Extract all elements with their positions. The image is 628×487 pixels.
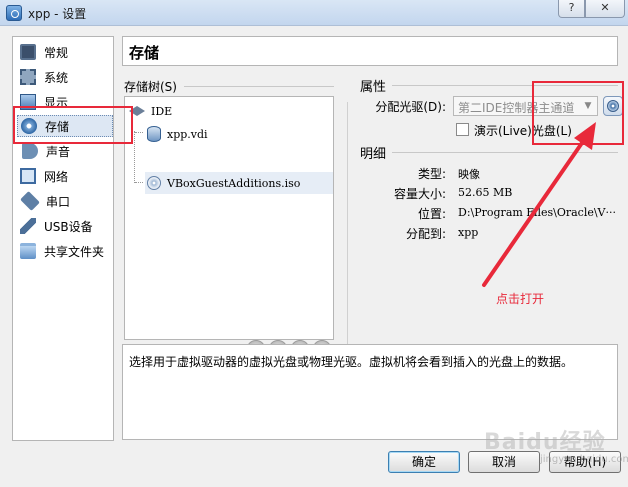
detail-value-location: D:\Program Files\Oracle\V··· bbox=[458, 206, 616, 219]
storage-tree[interactable]: IDE xpp.vdi VBoxGuestAdditions.iso bbox=[124, 96, 334, 340]
detail-value-size: 52.65 MB bbox=[458, 186, 513, 199]
window-title: xpp - 设置 bbox=[28, 7, 87, 21]
network-icon bbox=[20, 168, 36, 184]
details-title: 明细 bbox=[360, 147, 387, 162]
audio-icon bbox=[22, 143, 38, 159]
attributes-title: 属性 bbox=[360, 80, 387, 95]
usb-icon bbox=[20, 218, 36, 234]
cd-icon bbox=[147, 176, 161, 190]
serial-port-icon bbox=[20, 191, 40, 211]
settings-sidebar: 常规 系统 显示 存储 声音 网络 串口 USB设备 共享文件夹 bbox=[12, 36, 114, 441]
storage-tree-label: 存储树(S) bbox=[124, 80, 177, 94]
page-title: 存储 bbox=[129, 44, 160, 62]
sidebar-item-system[interactable]: 系统 bbox=[17, 66, 113, 88]
sidebar-item-serial[interactable]: 串口 bbox=[17, 190, 113, 212]
tree-connector bbox=[135, 182, 143, 183]
sidebar-item-general[interactable]: 常规 bbox=[17, 41, 113, 63]
group-divider bbox=[392, 152, 618, 153]
sidebar-item-label: 常规 bbox=[44, 45, 69, 60]
detail-value-type: 映像 bbox=[458, 168, 480, 181]
sidebar-item-label: 网络 bbox=[44, 169, 69, 184]
tree-item-ide-controller[interactable]: IDE bbox=[129, 100, 172, 122]
detail-label-attached: 分配到: bbox=[405, 227, 446, 241]
detail-label-location: 位置: bbox=[417, 207, 446, 221]
sidebar-item-network[interactable]: 网络 bbox=[17, 165, 113, 187]
live-cd-checkbox[interactable] bbox=[456, 123, 469, 136]
detail-value-attached: xpp bbox=[458, 226, 479, 239]
ok-button[interactable]: 确定 bbox=[388, 451, 460, 473]
shared-folder-icon bbox=[20, 243, 36, 259]
tree-connector bbox=[135, 132, 143, 133]
info-text: 选择用于虚拟驱动器的虚拟光盘或物理光驱。虚拟机将会看到插入的光盘上的数据。 bbox=[129, 355, 574, 369]
drive-label: 分配光驱(D): bbox=[375, 100, 446, 114]
tree-connector bbox=[134, 131, 144, 183]
sidebar-item-label: 系统 bbox=[44, 70, 69, 85]
sidebar-item-shared-folders[interactable]: 共享文件夹 bbox=[17, 240, 113, 262]
close-window-button[interactable]: ✕ bbox=[585, 0, 625, 18]
system-icon bbox=[20, 69, 36, 85]
sidebar-item-usb[interactable]: USB设备 bbox=[17, 215, 113, 237]
panel-divider bbox=[347, 102, 348, 356]
tree-item-label: IDE bbox=[151, 104, 173, 118]
sidebar-item-label: USB设备 bbox=[44, 219, 93, 234]
sidebar-item-label: 串口 bbox=[46, 194, 71, 209]
tree-item-cd[interactable]: VBoxGuestAdditions.iso bbox=[145, 172, 333, 194]
watermark: Baidu经验 bbox=[484, 430, 606, 455]
virtualbox-app-icon bbox=[6, 5, 22, 21]
sidebar-item-label: 声音 bbox=[46, 144, 71, 159]
page-header: 存储 bbox=[122, 36, 618, 66]
group-divider bbox=[184, 86, 334, 87]
detail-label-size: 容量大小: bbox=[393, 187, 446, 201]
sidebar-item-label: 共享文件夹 bbox=[44, 244, 105, 259]
annotation-text: 点击打开 bbox=[496, 292, 545, 306]
title-bar: xpp - 设置 ? ✕ bbox=[0, 0, 628, 26]
general-icon bbox=[20, 44, 36, 60]
tree-item-label: VBoxGuestAdditions.iso bbox=[167, 176, 301, 190]
annotation-highlight-cd-button bbox=[532, 81, 624, 145]
hard-disk-icon bbox=[147, 126, 161, 142]
help-title-button[interactable]: ? bbox=[558, 0, 585, 18]
annotation-highlight-storage bbox=[13, 106, 133, 144]
tree-item-disk[interactable]: xpp.vdi bbox=[147, 123, 208, 145]
watermark-url: jingyan.baidu.com bbox=[540, 454, 628, 465]
detail-label-type: 类型: bbox=[417, 167, 446, 181]
tree-item-label: xpp.vdi bbox=[167, 127, 208, 141]
